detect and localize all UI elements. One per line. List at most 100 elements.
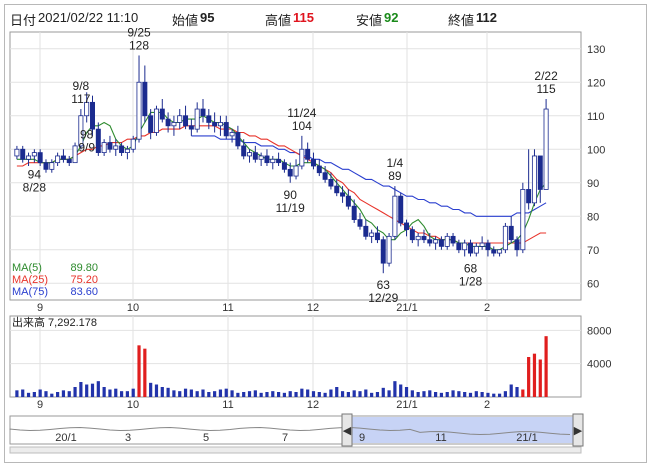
candle-body xyxy=(450,235,456,244)
candle-body xyxy=(101,142,107,154)
x-tick-label: 2 xyxy=(484,302,490,314)
candle-body xyxy=(119,145,125,153)
volume-bar xyxy=(474,391,478,397)
candle-body xyxy=(55,155,61,164)
navigator-right-arrow: ▶ xyxy=(574,425,583,437)
annotation-date: 9/25 xyxy=(127,25,151,39)
x-tick-label: 9 xyxy=(37,302,43,314)
volume-bar xyxy=(114,388,118,397)
volume-bar xyxy=(323,392,327,397)
volume-bar xyxy=(160,387,164,397)
ma-legend-value: 89.80 xyxy=(70,262,98,274)
candle-body xyxy=(543,108,549,190)
annotation-value: 94 xyxy=(28,168,42,182)
y-tick-label: 100 xyxy=(587,144,605,156)
volume-bar xyxy=(329,389,333,397)
candle-body xyxy=(514,239,520,251)
candle-body xyxy=(113,145,119,150)
candle-body xyxy=(124,148,130,153)
ma-legend-value: 83.60 xyxy=(70,286,98,298)
volume-bar xyxy=(44,391,48,397)
volume-bar xyxy=(224,388,228,397)
volume-bar xyxy=(218,389,223,397)
navigator-left-arrow: ◀ xyxy=(343,425,352,437)
volume-bar xyxy=(119,391,124,397)
candle-body xyxy=(328,178,334,187)
volume-bar xyxy=(480,392,484,397)
volume-bar xyxy=(207,392,211,397)
volume-x-tick-label: 9 xyxy=(37,399,43,411)
annotation-value: 104 xyxy=(292,119,312,133)
volume-bar xyxy=(410,390,414,397)
x-tick-label: 21/1 xyxy=(396,302,417,314)
volume-bar xyxy=(370,392,374,397)
candle-body xyxy=(188,125,194,130)
volume-bar xyxy=(492,393,496,397)
candle-body xyxy=(136,81,142,140)
volume-bar xyxy=(242,392,246,397)
volume-bar xyxy=(265,392,269,397)
volume-bar xyxy=(201,389,205,397)
annotation-date: 12/29 xyxy=(368,291,398,305)
volume-bar xyxy=(445,392,449,397)
candle-body xyxy=(520,189,526,251)
volume-bar xyxy=(137,345,141,397)
candle-body xyxy=(194,108,200,130)
volume-bar xyxy=(166,387,170,397)
volume-bar xyxy=(439,392,444,397)
candle-body xyxy=(107,142,113,150)
volume-bar xyxy=(271,391,275,397)
volume-x-tick-label: 21/1 xyxy=(396,399,417,411)
candle-body xyxy=(165,118,171,127)
annotation-value: 128 xyxy=(129,38,149,52)
candle-body xyxy=(159,108,165,120)
navigator-label: 3 xyxy=(125,432,131,444)
volume-label: 出来高 7,292.178 xyxy=(12,315,97,329)
volume-bar xyxy=(311,391,316,397)
volume-bar xyxy=(509,384,513,397)
candle-body xyxy=(310,158,316,167)
y-tick-label: 110 xyxy=(587,111,605,123)
candle-body xyxy=(212,122,218,127)
volume-x-tick-label: 11 xyxy=(222,399,233,411)
volume-bar xyxy=(416,392,420,397)
candle-body xyxy=(281,162,287,170)
candle-body xyxy=(177,115,183,123)
candle-body xyxy=(404,222,410,231)
volume-bar xyxy=(61,390,66,397)
volume-bar xyxy=(497,393,502,397)
volume-bar xyxy=(38,389,42,397)
annotation-date: 11/19 xyxy=(276,201,305,215)
candle-body xyxy=(322,172,328,180)
annotation-value: 98 xyxy=(80,127,94,141)
y-tick-label: 90 xyxy=(587,178,599,190)
candle-body xyxy=(171,122,177,127)
candle-body xyxy=(26,155,32,160)
candle-body xyxy=(95,128,101,153)
candle-body xyxy=(43,162,49,170)
volume-bar xyxy=(428,390,432,397)
candle-body xyxy=(369,232,375,237)
volume-tick-label: 8000 xyxy=(587,325,611,337)
volume-bar xyxy=(259,392,263,397)
volume-bar xyxy=(317,392,321,397)
volume-bar xyxy=(503,391,507,397)
candle-body xyxy=(345,195,351,207)
candle-body xyxy=(14,148,20,157)
navigator-scrollbar[interactable] xyxy=(9,446,582,454)
volume-bar xyxy=(189,389,193,397)
annotation-value: 89 xyxy=(388,169,402,183)
candle-body xyxy=(497,249,503,254)
annotation-value: 117 xyxy=(71,92,90,106)
candle-body xyxy=(183,115,189,127)
candle-body xyxy=(305,148,311,160)
candle-body xyxy=(374,232,380,241)
volume-bar xyxy=(352,390,356,397)
candle-body xyxy=(206,115,212,123)
volume-bar xyxy=(230,390,234,397)
annotation-value: 68 xyxy=(464,261,478,275)
annotation-date: 1/28 xyxy=(459,274,483,288)
candle-body xyxy=(200,108,206,117)
candle-body xyxy=(270,158,276,164)
volume-bar xyxy=(56,392,60,397)
